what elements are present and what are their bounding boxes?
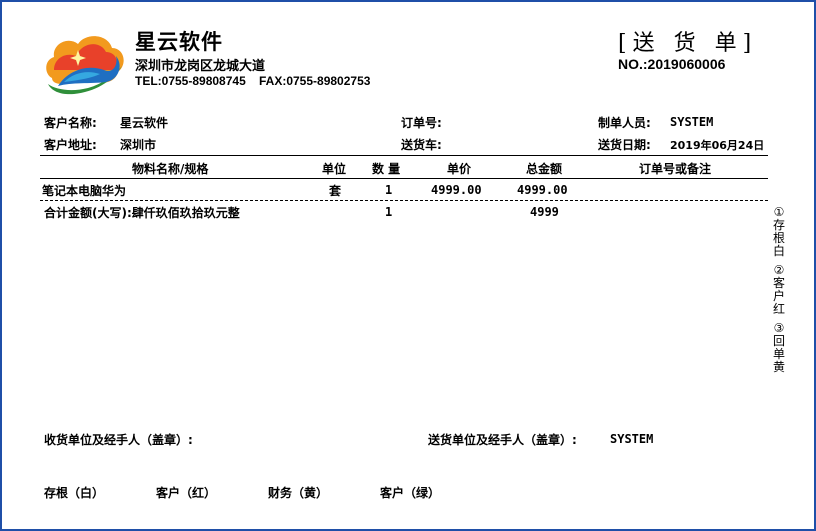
creator-label: 制单人员:: [598, 116, 651, 130]
side-copy-stub: ①存根白: [772, 205, 785, 258]
row-qty: 1: [385, 183, 393, 197]
document-title: [送 货 单]: [618, 31, 758, 56]
customer-name-label: 客户名称:: [44, 116, 97, 130]
order-no-label: 订单号:: [401, 116, 442, 130]
creator-value: SYSTEM: [670, 115, 714, 129]
side-copy-receipt: ③回单黄: [772, 321, 785, 374]
col-header-item: 物料名称/规格: [132, 162, 209, 176]
copy-label-customer-green: 客户（绿）: [380, 486, 441, 500]
side-copy-customer: ②客户红: [772, 263, 785, 316]
total-separator: [40, 200, 768, 201]
document-number: NO.:2019060006: [618, 56, 726, 72]
company-fax: FAX:0755-89802753: [259, 74, 371, 88]
customer-address-value: 深圳市: [120, 138, 157, 152]
customer-name-value: 星云软件: [120, 116, 169, 130]
row-unit: 套: [329, 184, 342, 198]
total-amount-words: 合计金额(大写):肆仟玖佰玖拾玖元整: [44, 206, 240, 220]
col-header-price: 单价: [447, 162, 472, 176]
delivery-vehicle-label: 送货车:: [401, 138, 442, 152]
col-header-qty: 数 量: [372, 162, 401, 176]
row-amount: 4999.00: [517, 183, 568, 197]
col-header-unit: 单位: [322, 162, 347, 176]
company-address: 深圳市龙岗区龙城大道: [135, 59, 266, 74]
receiver-signature-label: 收货单位及经手人（盖章）:: [44, 433, 193, 447]
copy-label-finance: 财务（黄）: [268, 486, 329, 500]
delivery-date-value: 2019年06月24日: [670, 139, 765, 152]
company-tel: TEL:0755-89808745: [135, 74, 246, 88]
row-price: 4999.00: [431, 183, 482, 197]
col-header-amount: 总金额: [526, 162, 563, 176]
company-logo: [46, 36, 124, 95]
table-top-rule: [40, 155, 768, 156]
total-amount: 4999: [530, 205, 559, 219]
sender-signature-value: SYSTEM: [610, 432, 654, 446]
delivery-date-label: 送货日期:: [598, 138, 651, 152]
col-header-note: 订单号或备注: [639, 162, 712, 176]
table-header-rule: [40, 178, 768, 179]
company-name: 星云软件: [135, 30, 223, 54]
row-item: 笔记本电脑华为: [42, 184, 127, 198]
sender-signature-label: 送货单位及经手人（盖章）:: [428, 433, 577, 447]
copy-label-customer-red: 客户（红）: [156, 486, 217, 500]
copy-label-stub: 存根（白）: [44, 486, 105, 500]
customer-address-label: 客户地址:: [44, 138, 97, 152]
document-frame: 星云软件 深圳市龙岗区龙城大道 TEL:0755-89808745 FAX:07…: [0, 0, 816, 531]
total-qty: 1: [385, 205, 393, 219]
